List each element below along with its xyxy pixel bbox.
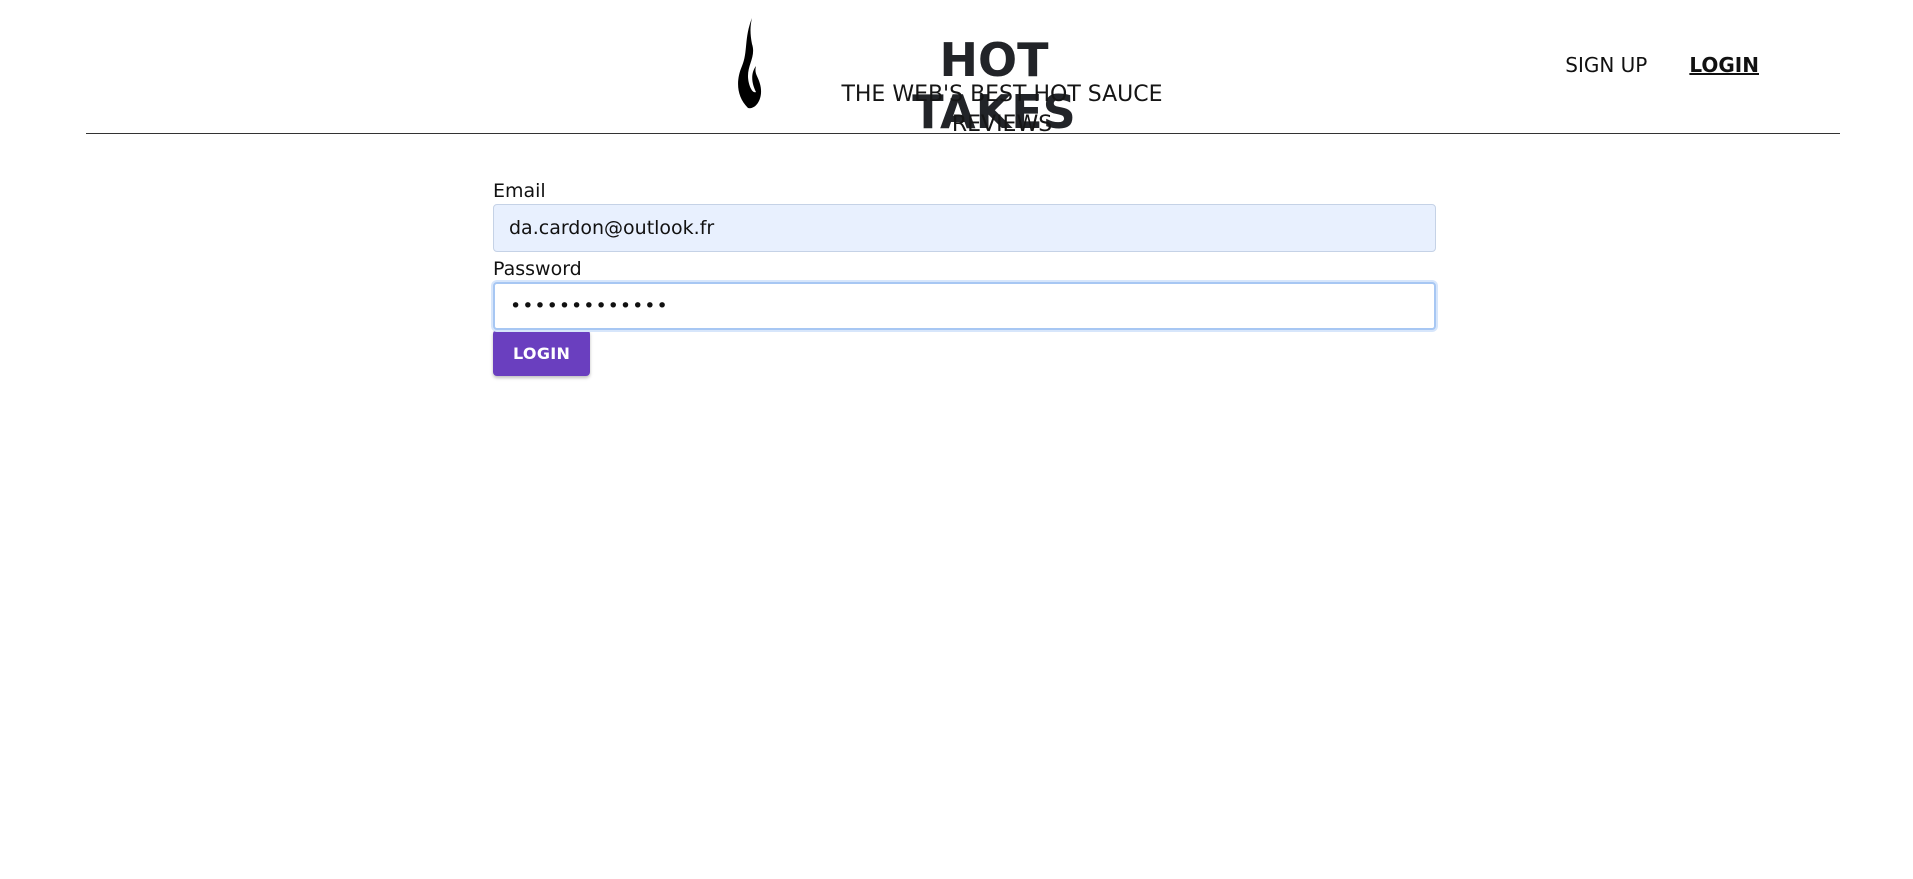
- nav-signup-link[interactable]: SIGN UP: [1563, 50, 1649, 80]
- password-input[interactable]: [493, 282, 1436, 330]
- login-button[interactable]: LOGIN: [493, 330, 591, 376]
- login-form: Email Password LOGIN: [493, 178, 1436, 376]
- password-label: Password: [493, 258, 582, 280]
- site-header: HOT TAKES THE WEB'S BEST HOT SAUCE REVIE…: [0, 0, 1913, 138]
- nav-login-link[interactable]: LOGIN: [1687, 50, 1761, 80]
- flame-icon: [738, 18, 762, 109]
- email-input[interactable]: [493, 204, 1436, 252]
- header-divider: [86, 133, 1840, 134]
- email-label: Email: [493, 180, 546, 202]
- main-nav: SIGN UP LOGIN: [1563, 50, 1761, 80]
- site-tagline: THE WEB'S BEST HOT SAUCE REVIEWS: [841, 82, 1163, 137]
- page: HOT TAKES THE WEB'S BEST HOT SAUCE REVIE…: [0, 0, 1913, 879]
- brand[interactable]: HOT TAKES THE WEB'S BEST HOT SAUCE REVIE…: [734, 14, 1214, 138]
